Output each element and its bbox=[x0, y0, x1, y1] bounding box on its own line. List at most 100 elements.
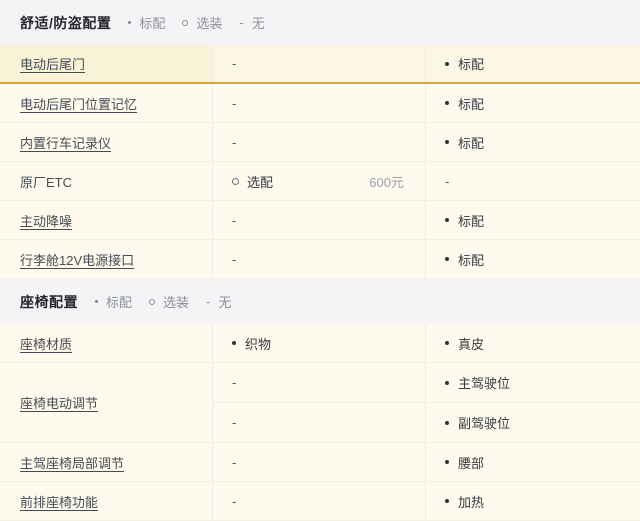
subrow-group: - 主驾驶位 - 副驾驶位 bbox=[213, 363, 640, 442]
value-cell: 副驾驶位 bbox=[426, 403, 640, 442]
value-text: 织物 bbox=[245, 334, 271, 353]
dash-none-marker: - bbox=[232, 252, 236, 267]
value-text: 标配 bbox=[458, 211, 484, 230]
feature-link[interactable]: 座椅电动调节 bbox=[20, 393, 98, 412]
feature-link[interactable]: 前排座椅功能 bbox=[20, 492, 98, 511]
feature-link[interactable]: 座椅材质 bbox=[20, 334, 72, 353]
dash-none-marker: - bbox=[232, 213, 236, 228]
value-cell: - bbox=[213, 363, 426, 402]
feature-link[interactable]: 行李舱12V电源接口 bbox=[20, 250, 134, 269]
feature-label-cell: 主动降噪 bbox=[0, 201, 213, 239]
feature-label-cell: 前排座椅功能 bbox=[0, 482, 213, 520]
dash-none-marker: - bbox=[232, 455, 236, 470]
feature-link[interactable]: 电动后尾门 bbox=[20, 54, 85, 73]
standard-dot-marker bbox=[445, 381, 449, 385]
section-header: 座椅配置 标配 选装 -无 bbox=[0, 279, 640, 324]
value-cell: - bbox=[213, 403, 426, 442]
standard-dot-marker bbox=[445, 62, 449, 66]
standard-dot-marker bbox=[445, 257, 449, 261]
value-cell: - bbox=[213, 443, 426, 481]
dash-none-marker: - bbox=[232, 56, 236, 71]
dash-none-marker: - bbox=[232, 96, 236, 111]
optional-circle-marker bbox=[232, 178, 239, 185]
value-text: 副驾驶位 bbox=[458, 413, 510, 432]
feature-label-cell: 行李舱12V电源接口 bbox=[0, 240, 213, 278]
value-cell: - bbox=[426, 162, 640, 200]
value-text: 选配 bbox=[247, 172, 273, 191]
legend: 标配 选装 -无 bbox=[128, 13, 281, 32]
legend-item-dash: -无 bbox=[206, 292, 231, 311]
dash-none-marker: - bbox=[239, 15, 243, 30]
legend-label: 无 bbox=[252, 13, 265, 32]
legend-label: 选装 bbox=[163, 292, 189, 311]
legend-label: 选装 bbox=[196, 13, 222, 32]
feature-link[interactable]: 内置行车记录仪 bbox=[20, 133, 111, 152]
standard-dot-marker bbox=[445, 499, 449, 503]
standard-dot-marker bbox=[445, 341, 449, 345]
standard-dot-marker bbox=[445, 140, 449, 144]
legend-label: 无 bbox=[218, 292, 231, 311]
value-text: 标配 bbox=[458, 133, 484, 152]
standard-dot-marker bbox=[128, 21, 131, 24]
table-row: 主动降噪 - 标配 bbox=[0, 201, 640, 240]
sub-row: - 副驾驶位 bbox=[213, 402, 640, 442]
feature-link[interactable]: 电动后尾门位置记忆 bbox=[20, 94, 137, 113]
value-cell: 腰部 bbox=[426, 443, 640, 481]
feature-link[interactable]: 主驾座椅局部调节 bbox=[20, 453, 124, 472]
legend-item-dot: 标配 bbox=[95, 292, 132, 311]
table-row: 电动后尾门位置记忆 - 标配 bbox=[0, 84, 640, 123]
legend-item-circle: 选装 bbox=[182, 13, 222, 32]
value-cell: - bbox=[213, 84, 426, 122]
value-text: 标配 bbox=[458, 54, 484, 73]
standard-dot-marker bbox=[445, 460, 449, 464]
value-text: 真皮 bbox=[458, 334, 484, 353]
legend-label: 标配 bbox=[139, 13, 165, 32]
feature-label-cell: 内置行车记录仪 bbox=[0, 123, 213, 161]
value-cell: 标配 bbox=[426, 123, 640, 161]
table-row: 电动后尾门 - 标配 bbox=[0, 45, 640, 84]
dash-none-marker: - bbox=[232, 494, 236, 509]
section-title: 座椅配置 bbox=[20, 292, 78, 312]
feature-label-cell: 原厂ETC bbox=[0, 162, 213, 200]
value-cell: 标配 bbox=[426, 240, 640, 278]
value-cell: - bbox=[213, 482, 426, 520]
dash-none-marker: - bbox=[232, 135, 236, 150]
value-cell: - bbox=[213, 240, 426, 278]
value-text: 标配 bbox=[458, 250, 484, 269]
value-cell: - bbox=[213, 201, 426, 239]
value-cell: 选配 600元 bbox=[213, 162, 426, 200]
legend-item-dash: -无 bbox=[239, 13, 264, 32]
value-text: 加热 bbox=[458, 492, 484, 511]
table-row: 座椅材质 织物 真皮 bbox=[0, 324, 640, 363]
feature-label-cell: 座椅电动调节 bbox=[0, 363, 213, 442]
legend-label: 标配 bbox=[106, 292, 132, 311]
value-cell: - bbox=[213, 45, 426, 82]
value-cell: - bbox=[213, 123, 426, 161]
value-text: 标配 bbox=[458, 94, 484, 113]
optional-circle-marker bbox=[182, 20, 188, 26]
dash-none-marker: - bbox=[232, 375, 236, 390]
table-row: 原厂ETC 选配 600元 - bbox=[0, 162, 640, 201]
value-cell: 加热 bbox=[426, 482, 640, 520]
feature-label-cell: 电动后尾门位置记忆 bbox=[0, 84, 213, 122]
feature-label-cell: 电动后尾门 bbox=[0, 45, 213, 82]
table-row: 前排座椅功能 - 加热 bbox=[0, 482, 640, 521]
standard-dot-marker bbox=[445, 421, 449, 425]
table-row: 内置行车记录仪 - 标配 bbox=[0, 123, 640, 162]
value-cell: 标配 bbox=[426, 45, 640, 82]
table-row: 座椅电动调节 - 主驾驶位 - 副驾驶位 bbox=[0, 363, 640, 443]
value-cell: 织物 bbox=[213, 324, 426, 362]
feature-label-cell: 主驾座椅局部调节 bbox=[0, 443, 213, 481]
option-price: 600元 bbox=[369, 172, 425, 191]
dash-none-marker: - bbox=[445, 174, 449, 189]
value-cell: 主驾驶位 bbox=[426, 363, 640, 402]
car-config-comparison-table: 舒适/防盗配置标配选装-无电动后尾门-标配电动后尾门位置记忆-标配内置行车记录仪… bbox=[0, 0, 640, 521]
dash-none-marker: - bbox=[232, 415, 236, 430]
optional-circle-marker bbox=[149, 299, 155, 305]
table-row: 行李舱12V电源接口 - 标配 bbox=[0, 240, 640, 279]
section-header: 舒适/防盗配置标配选装-无 bbox=[0, 0, 640, 45]
legend-item-dot: 标配 bbox=[128, 13, 165, 32]
value-cell: 标配 bbox=[426, 201, 640, 239]
value-cell: 标配 bbox=[426, 84, 640, 122]
feature-link[interactable]: 主动降噪 bbox=[20, 211, 72, 230]
